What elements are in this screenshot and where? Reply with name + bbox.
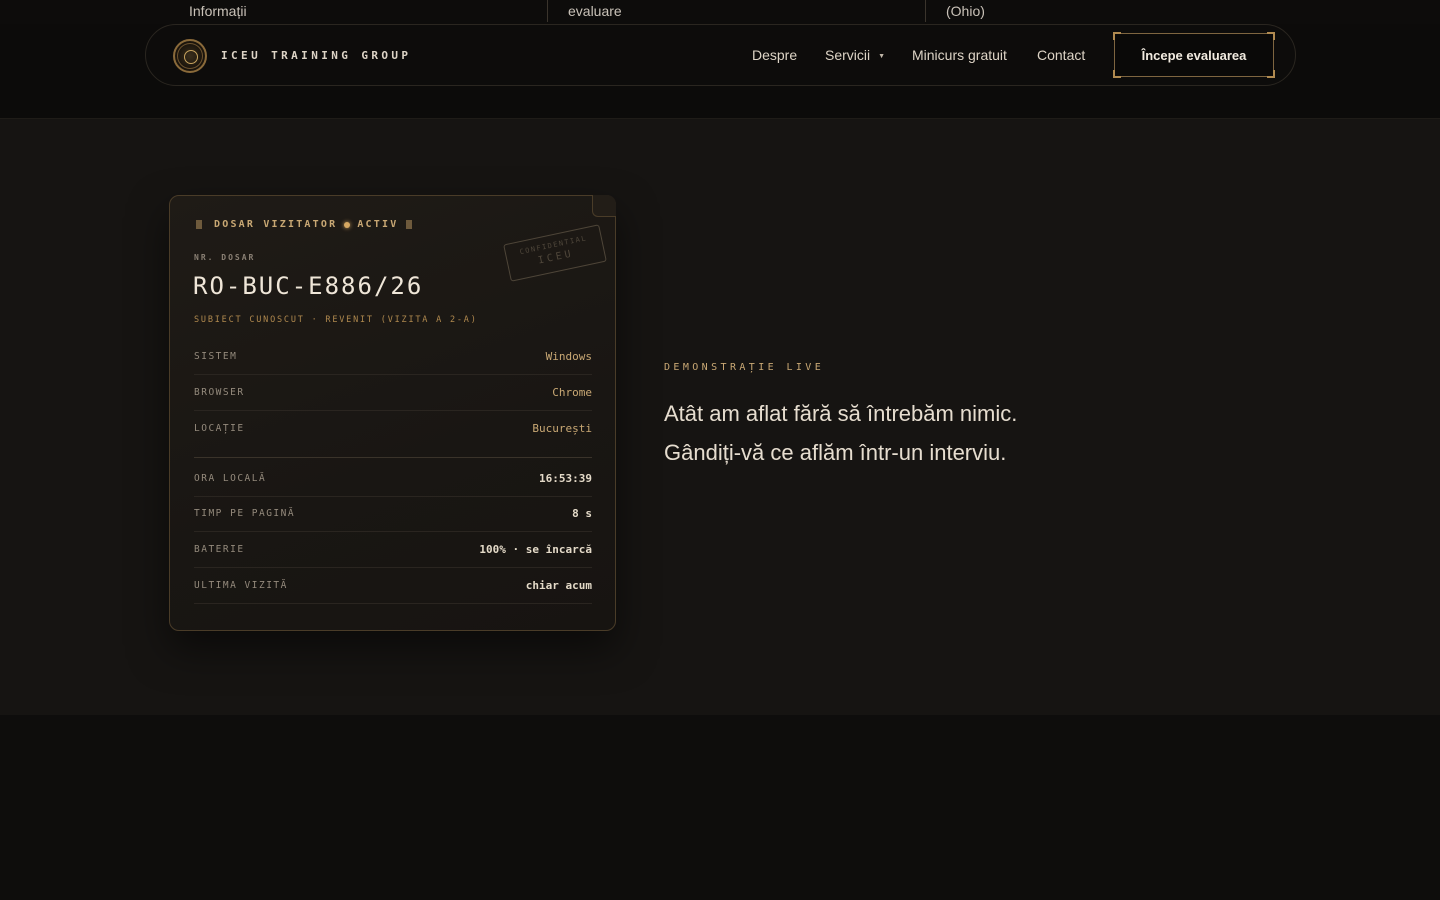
nav-link-servicii-label: Servicii [825, 47, 871, 63]
row-key: TIMP PE PAGINĂ [194, 508, 296, 519]
info-row-location: LOCAȚIE București [194, 410, 592, 446]
strip-divider [925, 0, 926, 22]
info-row-time-on-page: TIMP PE PAGINĂ 8 s [194, 496, 592, 532]
card-status: ACTIV [357, 219, 399, 230]
row-key: ORA LOCALĂ [194, 473, 267, 484]
nav-link-despre[interactable]: Despre [752, 47, 797, 63]
card-header: DOSAR VIZITATOR ACTIV [196, 219, 413, 230]
info-row-battery: BATERIE 100% · se încarcă [194, 532, 592, 568]
strip-cell-info[interactable]: Informații [189, 0, 247, 22]
footer-band [0, 715, 1440, 900]
square-marker-icon [406, 220, 413, 229]
brand-name[interactable]: ICEU TRAINING GROUP [221, 49, 411, 62]
demo-headline-line-1: Atât am aflat fără să întrebăm nimic. [664, 401, 1018, 426]
row-value: chiar acum [525, 579, 592, 592]
row-value: 8 s [572, 507, 592, 520]
caret-down-icon: ▼ [878, 53, 886, 60]
corner-bracket-icon [1113, 32, 1121, 40]
strip-cell-ohio[interactable]: (Ohio) [946, 0, 985, 22]
start-evaluation-label: Începe evaluarea [1141, 47, 1247, 63]
strip-divider [547, 0, 548, 22]
subject-status: SUBIECT CUNOSCUT · REVENIT (VIZITA A 2-A… [194, 315, 478, 325]
info-row-browser: BROWSER Chrome [194, 375, 592, 411]
row-key: BATERIE [194, 544, 245, 555]
row-value: 16:53:39 [539, 472, 592, 485]
demo-label: DEMONSTRAȚIE LIVE [664, 362, 825, 373]
nav-link-minicurs[interactable]: Minicurs gratuit [912, 47, 1007, 63]
start-evaluation-button[interactable]: Începe evaluarea [1113, 32, 1275, 78]
row-key: ULTIMA VIZITĂ [194, 580, 288, 591]
row-value: Windows [545, 350, 592, 363]
row-value: București [532, 421, 592, 435]
file-number-label: NR. DOSAR [194, 253, 256, 262]
info-row-local-time: ORA LOCALĂ 16:53:39 [194, 461, 592, 497]
nav-link-servicii[interactable]: Servicii ▼ [825, 47, 885, 63]
visitor-file-card: DOSAR VIZITATOR ACTIV NR. DOSAR RO-BUC-E… [169, 195, 616, 631]
square-marker-icon [196, 220, 202, 229]
info-row-system: SISTEM Windows [194, 339, 592, 375]
status-dot-icon [344, 221, 351, 228]
folded-corner-icon [592, 195, 616, 217]
corner-bracket-icon [1267, 32, 1275, 40]
row-value: 100% · se încarcă [479, 543, 592, 556]
navbar: ICEU TRAINING GROUP Despre Servicii ▼ Min… [145, 24, 1296, 86]
demo-headline-line-2: Gândiți-vă ce aflăm într-un interviu. [664, 440, 1007, 465]
confidential-stamp: CONFIDENTIAL ICEU [503, 224, 607, 282]
corner-bracket-icon [1113, 70, 1121, 78]
info-row-last-visit: ULTIMA VIZITĂ chiar acum [194, 568, 592, 604]
top-strip: Informații evaluare (Ohio) [0, 0, 1440, 24]
card-header-label: DOSAR VIZITATOR [214, 219, 338, 230]
section-divider [194, 457, 592, 458]
logo-emblem-icon[interactable] [173, 39, 207, 73]
nav-link-contact[interactable]: Contact [1037, 47, 1085, 63]
row-key: BROWSER [194, 387, 245, 398]
row-value: Chrome [552, 386, 592, 399]
file-number: RO-BUC-E886/26 [193, 272, 424, 300]
row-key: LOCAȚIE [194, 422, 245, 434]
row-key: SISTEM [194, 351, 238, 362]
strip-cell-evaluare[interactable]: evaluare [568, 0, 622, 22]
corner-bracket-icon [1267, 70, 1275, 78]
